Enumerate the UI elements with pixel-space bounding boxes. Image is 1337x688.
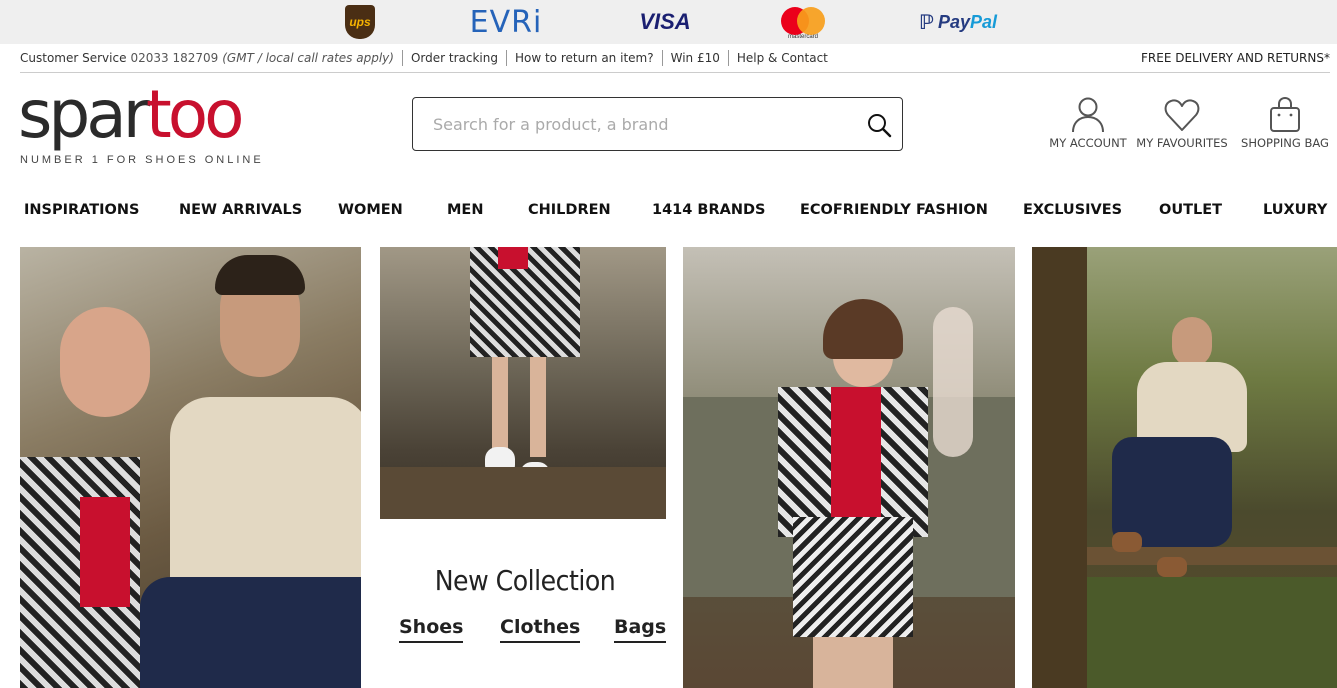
leg-left-shape — [492, 357, 508, 457]
shoe-left-shape — [1112, 532, 1142, 552]
shopping-bag-button[interactable]: SHOPPING BAG — [1236, 96, 1334, 152]
help-contact-link[interactable]: Help & Contact — [727, 50, 836, 66]
mastercard-circles-icon — [777, 5, 829, 35]
logo-part-too: too — [145, 76, 245, 153]
man-face-shape — [1172, 317, 1212, 367]
ups-logo: ups — [343, 0, 377, 44]
legs-shape — [813, 637, 893, 688]
skirt-photo-tile[interactable] — [380, 247, 666, 519]
customer-service-phone: 02033 182709 — [130, 51, 219, 65]
utility-bar: Customer Service 02033 182709 (GMT / local… — [20, 46, 1330, 70]
win-link[interactable]: Win £10 — [661, 50, 728, 66]
main-navigation: INSPIRATIONS NEW ARRIVALS WOMEN MEN CHIL… — [0, 196, 1337, 224]
my-account-button[interactable]: MY ACCOUNT — [1044, 96, 1132, 152]
shoe-right-shape — [1157, 557, 1187, 577]
paypal-p-icon: ℙ — [918, 11, 934, 34]
nav-new-arrivals[interactable]: NEW ARRIVALS — [179, 196, 302, 224]
shopping-bag-label: SHOPPING BAG — [1241, 136, 1329, 150]
site-logo[interactable]: spartoo NUMBER 1 FOR SHOES ONLINE — [18, 82, 288, 172]
red-top-shape — [80, 497, 130, 607]
red-top-shape — [498, 247, 528, 269]
payment-logos-bar: ups EVRi VISA mastercard ℙ Pay Pal — [0, 0, 1337, 44]
new-collection-block: New Collection Shoes Clothes Bags — [380, 560, 670, 660]
nav-men[interactable]: MEN — [447, 196, 483, 224]
visa-logo: VISA — [639, 9, 691, 34]
paypal-logo-text-2: Pal — [970, 11, 998, 32]
sweater-shape — [170, 397, 361, 587]
nav-ecofriendly-fashion[interactable]: ECOFRIENDLY FASHION — [800, 196, 988, 224]
my-favourites-button[interactable]: MY FAVOURITES — [1134, 96, 1230, 152]
shopping-bag-icon — [1270, 96, 1300, 132]
houndstooth-skirt-shape — [793, 517, 913, 637]
order-tracking-link[interactable]: Order tracking — [401, 50, 506, 66]
paypal-logo-text-1: Pay — [937, 11, 970, 32]
jeans-shape — [140, 577, 361, 688]
nav-outlet[interactable]: OUTLET — [1159, 196, 1222, 224]
man-fence-photo-tile[interactable] — [1032, 247, 1337, 688]
logo-wordmark: spartoo — [18, 82, 288, 148]
collection-clothes-link[interactable]: Clothes — [500, 616, 581, 643]
my-favourites-label: MY FAVOURITES — [1136, 136, 1228, 150]
red-top-shape — [831, 387, 881, 517]
search-box — [412, 97, 903, 151]
nav-brands[interactable]: 1414 BRANDS — [652, 196, 765, 224]
woman-hair-shape — [823, 299, 903, 359]
logo-tagline: NUMBER 1 FOR SHOES ONLINE — [20, 154, 264, 166]
paypal-logo: ℙ Pay Pal — [912, 0, 1004, 44]
leg-right-shape — [530, 357, 546, 457]
nav-inspirations[interactable]: INSPIRATIONS — [24, 196, 139, 224]
couple-photo-tile[interactable] — [20, 247, 361, 688]
woman-face-shape — [60, 307, 150, 417]
returns-link[interactable]: How to return an item? — [505, 50, 662, 66]
customer-service-label: Customer Service — [20, 51, 127, 65]
nav-exclusives[interactable]: EXCLUSIVES — [1023, 196, 1122, 224]
nav-luxury[interactable]: LUXURY — [1263, 196, 1327, 224]
ups-shield-icon: ups — [345, 5, 375, 39]
user-icon — [1072, 97, 1104, 133]
woman-lake-photo-tile[interactable] — [683, 247, 1015, 688]
lily-bouquet-shape — [933, 307, 973, 457]
jeans-shape — [1112, 437, 1232, 547]
nav-women[interactable]: WOMEN — [338, 196, 403, 224]
new-collection-title: New Collection — [434, 564, 616, 597]
customer-service-note: (GMT / local call rates apply) — [222, 51, 394, 65]
ups-logo-text: ups — [349, 15, 371, 29]
collection-shoes-link[interactable]: Shoes — [399, 616, 464, 643]
mastercard-logo: mastercard — [774, 0, 832, 44]
tree-stump-shape — [380, 467, 666, 519]
logo-part-spar: spar — [18, 76, 150, 153]
header-divider — [20, 72, 1330, 73]
tree-trunk-shape — [1032, 247, 1087, 688]
heart-icon — [1164, 99, 1200, 131]
evri-logo: EVRi — [469, 4, 543, 40]
nav-children[interactable]: CHILDREN — [528, 196, 611, 224]
grass-shape — [1087, 577, 1337, 688]
man-hair-shape — [215, 255, 305, 295]
free-delivery-notice[interactable]: FREE DELIVERY AND RETURNS* — [1141, 51, 1330, 65]
collection-bags-link[interactable]: Bags — [614, 616, 667, 643]
my-account-label: MY ACCOUNT — [1049, 136, 1127, 150]
customer-service[interactable]: Customer Service 02033 182709 (GMT / local… — [20, 51, 402, 65]
search-icon[interactable] — [866, 112, 892, 138]
search-input[interactable] — [433, 110, 853, 138]
